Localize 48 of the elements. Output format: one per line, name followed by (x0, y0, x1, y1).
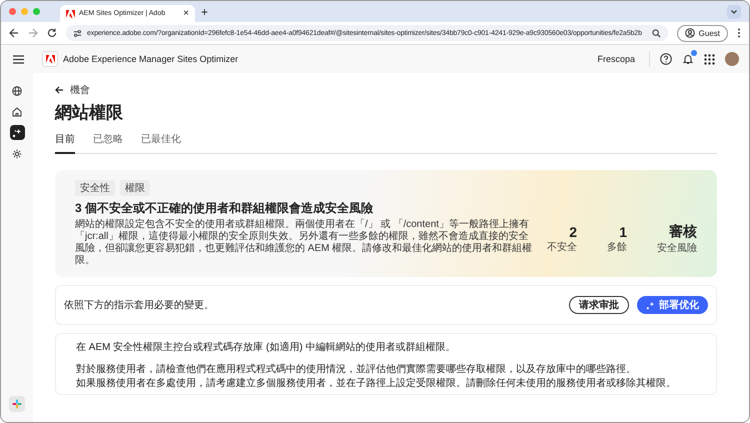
zoom-icon[interactable] (652, 28, 661, 38)
globe-icon (12, 86, 22, 96)
org-switcher[interactable]: Frescopa (597, 54, 635, 64)
tab[interactable]: 已忽略 (93, 130, 123, 154)
deploy-button[interactable]: 部署优化 (637, 296, 708, 314)
avatar[interactable] (725, 52, 739, 66)
sparkle-icon (646, 300, 655, 310)
adobe-logo-icon (42, 51, 58, 67)
close-tab-button[interactable]: × (183, 8, 189, 19)
app-title: Adobe Experience Manager Sites Optimizer (63, 54, 238, 64)
tag: 權限 (120, 180, 150, 196)
bell-icon[interactable] (682, 53, 694, 65)
back-link[interactable]: 機會 (55, 83, 90, 97)
help-icon[interactable] (660, 53, 672, 65)
instruction-paragraph: 在 AEM 安全性權限主控台或程式碼存放庫 (如適用) 中編輯網站的使用者或群組權限。 (76, 342, 456, 354)
reload-icon[interactable] (47, 28, 57, 38)
home-icon (12, 106, 22, 116)
new-tab-button[interactable]: + (201, 4, 208, 18)
spark-nav-item[interactable] (10, 125, 24, 140)
person-icon (684, 28, 695, 38)
settings-icon (12, 148, 22, 158)
stat-label: 多餘 (607, 240, 627, 254)
back-arrow-icon (55, 86, 64, 94)
site-settings-icon (73, 28, 82, 38)
apps-grid-icon[interactable] (704, 54, 715, 64)
summary-headline: 3 個不安全或不正確的使用者和群組權限會造成安全風險 (75, 200, 374, 217)
profile-button[interactable]: Guest (676, 24, 728, 42)
app-logo-icon[interactable] (9, 396, 25, 412)
tag: 安全性 (75, 180, 115, 196)
stat-label: 不安全 (547, 240, 577, 254)
adobe-logo-icon (66, 10, 75, 18)
stat-value: 1 (619, 224, 627, 240)
page-title: 網站權限 (55, 102, 124, 124)
stat-label: 安全風險 (657, 242, 697, 254)
sparkle-icon (12, 128, 22, 138)
stat-value: 2 (569, 224, 577, 240)
tab[interactable]: 已最佳化 (141, 130, 181, 154)
more-icon[interactable] (737, 28, 741, 38)
instruction-paragraph: 如果服務使用者在多處使用，請考慮建立多個服務使用者，並在子路徑上設定受限權限。請刪除任何未使用的服務使用者或移除其權限。 (76, 378, 677, 390)
chevron-down-icon[interactable] (727, 4, 741, 18)
summary-description: 網站的權限設定包含不安全的使用者或群組權限。兩個使用者在「/」 或 「/content」等一般路徑上擁有「jcr:all」權限，這使得最小權限的安全原則失效。另外還有一些多餘的權限，雖然不會造成直接的安全風險，但卻讓您更容易犯錯，也更難評估和維護您的 AEM 權限。請修改和最佳化網站的使用者和群組權限。 (75, 219, 534, 267)
instruction-paragraph: 對於服務使用者，請檢查他們在應用程式程式碼中的使用情況，並評估他們實際需要哪些存取權限，以及存放庫中的哪些路徑。 (76, 364, 637, 376)
menu-icon[interactable] (13, 54, 24, 64)
stat-value: 審核 (669, 222, 697, 240)
back-arrow-icon[interactable] (9, 28, 19, 38)
instruction-text: 依照下方的指示套用必要的變更。 (64, 298, 214, 312)
request-approval-button[interactable]: 请求审批 (569, 296, 629, 314)
tab[interactable]: 目前 (55, 130, 75, 154)
